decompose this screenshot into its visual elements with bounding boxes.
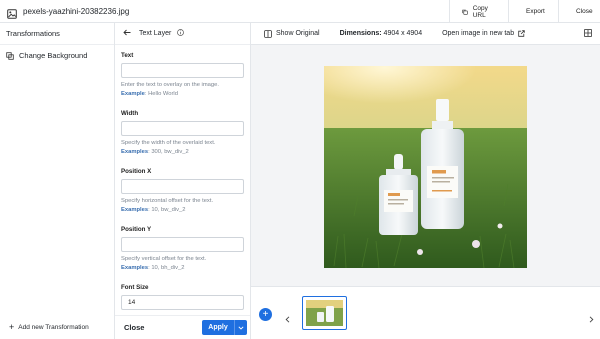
text-example: Example: Hello World (121, 91, 178, 97)
top-bar: pexels-yaazhini-20382236.jpg Copy URL Ex… (0, 0, 600, 23)
position-x-input[interactable] (121, 179, 244, 194)
transformations-sidebar: Transformations Change Background + Add … (0, 23, 115, 339)
panel-title: Text Layer (139, 30, 172, 37)
text-input[interactable] (121, 63, 244, 78)
thumbnail-selected[interactable] (302, 296, 347, 330)
panel-footer: Close Apply (115, 315, 250, 339)
layers-icon (6, 51, 14, 60)
info-icon[interactable] (177, 29, 185, 38)
dimensions-value: 4904 x 4904 (383, 30, 423, 37)
position-y-label: Position Y (121, 226, 152, 233)
sidebar-item-label: Change Background (19, 51, 88, 60)
text-field-group: Text Enter the text to overlay on the im… (121, 45, 244, 103)
export-label: Export (526, 8, 545, 15)
add-transformation-button[interactable]: + Add new Transformation (9, 323, 89, 332)
example-value: Hello World (148, 91, 178, 97)
close-label: Close (576, 8, 593, 15)
example-label: Examples (121, 265, 149, 271)
sidebar-item-change-background[interactable]: Change Background (0, 47, 114, 64)
example-value: 10, bw_div_2 (151, 207, 186, 213)
example-label: Examples (121, 149, 149, 155)
plus-icon: + (262, 308, 269, 320)
width-label: Width (121, 110, 139, 117)
position-x-field-group: Position X Specify horizontal offset for… (121, 161, 244, 219)
font-size-label: Font Size (121, 284, 149, 291)
width-help: Specify the width of the overlaid text. (121, 140, 216, 146)
grid-view-icon[interactable] (584, 29, 592, 39)
example-value: 10, bh_div_2 (151, 265, 185, 271)
open-new-tab-label: Open image in new tab (442, 30, 515, 37)
export-button[interactable]: Export (508, 0, 558, 23)
external-link-icon (518, 30, 525, 37)
position-y-field-group: Position Y Specify vertical offset for t… (121, 219, 244, 277)
chevron-down-icon (238, 325, 244, 330)
back-arrow-icon[interactable] (123, 29, 131, 38)
preview-area: Show Original Dimensions: 4904 x 4904 Op… (251, 23, 600, 339)
panel-fields: Text Enter the text to overlay on the im… (115, 45, 250, 335)
apply-dropdown-button[interactable] (234, 320, 247, 335)
show-original-label: Show Original (276, 30, 320, 37)
dimensions-readout: Dimensions: 4904 x 4904 (340, 30, 423, 37)
position-y-example: Examples: 10, bh_div_2 (121, 265, 185, 271)
image-preview (324, 66, 527, 268)
chevron-left-icon[interactable] (285, 310, 290, 328)
width-input[interactable] (121, 121, 244, 136)
open-new-tab-link[interactable]: Open image in new tab (442, 30, 525, 37)
plus-icon: + (9, 322, 15, 332)
preview-toolbar: Show Original Dimensions: 4904 x 4904 Op… (251, 23, 600, 45)
panel-header: Text Layer (115, 23, 250, 45)
font-size-input[interactable]: 14 (121, 295, 244, 310)
close-button[interactable]: Close (558, 0, 600, 23)
example-value: 300, bw_div_2 (151, 149, 189, 155)
panel-close-button[interactable]: Close (124, 323, 144, 332)
position-x-example: Examples: 10, bw_div_2 (121, 207, 186, 213)
position-y-help: Specify vertical offset for the text. (121, 256, 207, 262)
chevron-right-icon[interactable] (589, 310, 594, 328)
copy-url-label: Copy URL (472, 4, 488, 19)
compare-icon (264, 29, 272, 38)
add-image-button[interactable]: + (259, 308, 272, 321)
position-x-label: Position X (121, 168, 152, 175)
copy-url-button[interactable]: Copy URL (449, 0, 508, 23)
text-layer-panel: Text Layer Text Enter the text to overla… (115, 23, 251, 339)
add-transformation-label: Add new Transformation (18, 324, 89, 331)
text-label: Text (121, 52, 134, 59)
example-label: Examples (121, 207, 149, 213)
position-x-help: Specify horizontal offset for the text. (121, 198, 214, 204)
width-field-group: Width Specify the width of the overlaid … (121, 103, 244, 161)
sidebar-title: Transformations (0, 23, 114, 45)
file-name: pexels-yaazhini-20382236.jpg (23, 6, 130, 16)
image-file-icon (7, 6, 17, 19)
copy-icon (462, 9, 468, 15)
apply-button-group: Apply (202, 320, 247, 335)
top-actions: Copy URL Export Close (449, 0, 600, 23)
width-example: Examples: 300, bw_div_2 (121, 149, 189, 155)
thumbnail-strip: + (251, 286, 600, 339)
text-help: Enter the text to overlay on the image. (121, 82, 219, 88)
position-y-input[interactable] (121, 237, 244, 252)
show-original-button[interactable]: Show Original (264, 29, 320, 38)
thumbnail-image (306, 300, 343, 326)
apply-button[interactable]: Apply (202, 320, 234, 335)
dimensions-label: Dimensions: (339, 30, 382, 37)
example-label: Example (121, 91, 145, 97)
